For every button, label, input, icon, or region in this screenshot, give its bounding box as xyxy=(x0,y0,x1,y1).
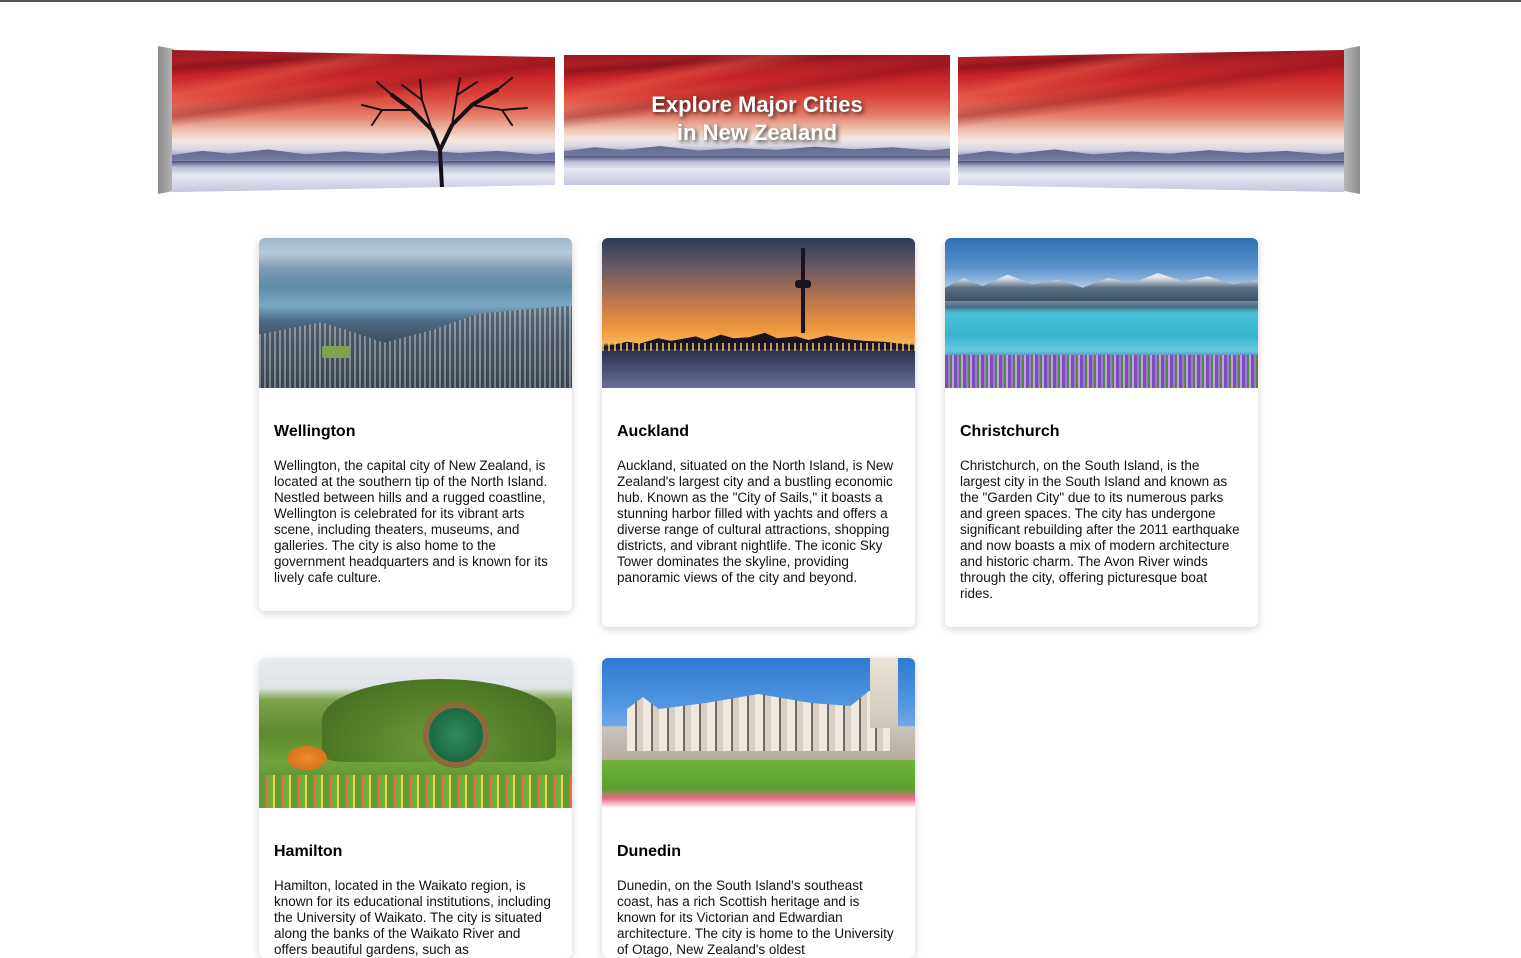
card-description: Christchurch, on the South Island, is th… xyxy=(960,458,1240,601)
card-title: Auckland xyxy=(617,423,690,440)
hero-banner: Explore Major Cities in New Zealand xyxy=(158,46,1360,194)
card-title: Wellington xyxy=(274,423,356,440)
bare-tree-icon xyxy=(361,77,528,190)
wellington-harbour-image xyxy=(259,238,572,388)
card-description: Auckland, situated on the North Island, … xyxy=(617,458,894,585)
auckland-skyline-image xyxy=(602,238,915,388)
banner-panel-right xyxy=(958,50,1344,192)
top-border xyxy=(0,0,1521,2)
city-card-hamilton: Hamilton Hamilton, located in the Waikat… xyxy=(259,658,572,958)
card-title: Hamilton xyxy=(274,843,343,860)
banner-title: Explore Major Cities in New Zealand xyxy=(564,91,950,147)
banner-title-line2: in New Zealand xyxy=(676,120,838,145)
city-card-wellington: Wellington Wellington, the capital city … xyxy=(259,238,572,611)
dunedin-railway-station-image xyxy=(602,658,915,808)
card-body: Auckland Auckland, situated on the North… xyxy=(602,388,915,601)
christchurch-lake-image xyxy=(945,238,1258,388)
city-card-auckland: Auckland Auckland, situated on the North… xyxy=(602,238,915,627)
card-body: Dunedin Dunedin, on the South Island's s… xyxy=(602,808,915,958)
card-body: Wellington Wellington, the capital city … xyxy=(259,388,572,601)
city-card-dunedin: Dunedin Dunedin, on the South Island's s… xyxy=(602,658,915,958)
card-body: Hamilton Hamilton, located in the Waikat… xyxy=(259,808,572,958)
card-body: Christchurch Christchurch, on the South … xyxy=(945,388,1258,617)
card-description: Dunedin, on the South Island's southeast… xyxy=(617,878,894,957)
banner-panel-center: Explore Major Cities in New Zealand xyxy=(564,55,950,185)
banner-panel-left xyxy=(172,50,555,192)
card-description: Wellington, the capital city of New Zeal… xyxy=(274,458,548,585)
hamilton-hobbit-hole-image xyxy=(259,658,572,808)
city-card-christchurch: Christchurch Christchurch, on the South … xyxy=(945,238,1258,627)
banner-title-line1: Explore Major Cities xyxy=(651,92,863,117)
card-description: Hamilton, located in the Waikato region,… xyxy=(274,878,551,957)
banner-frame-right xyxy=(1344,46,1360,194)
card-title: Christchurch xyxy=(960,423,1060,440)
banner-frame-left xyxy=(158,46,174,194)
card-title: Dunedin xyxy=(617,843,681,860)
